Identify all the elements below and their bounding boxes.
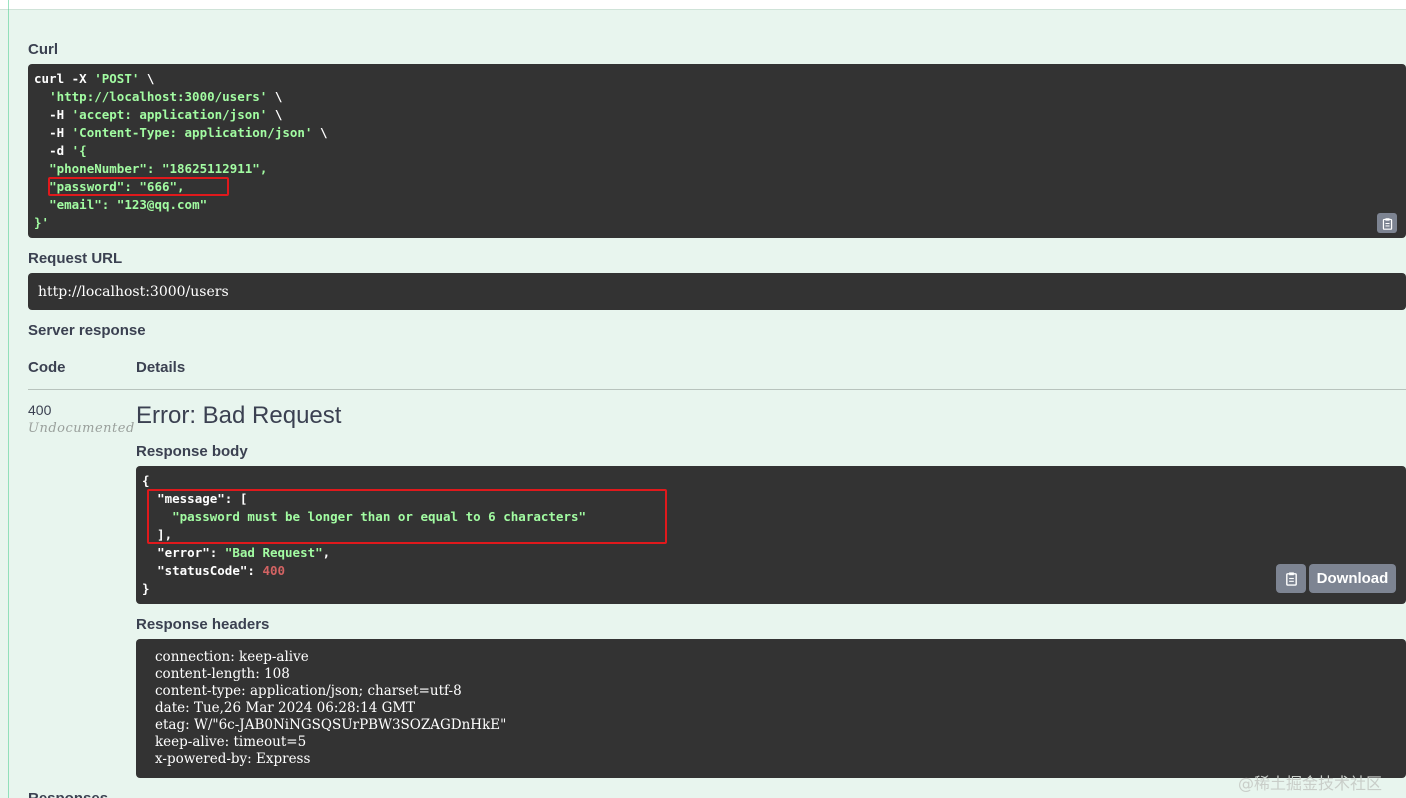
curl-code-block[interactable]: curl -X 'POST' \ 'http://localhost:3000/… [28, 64, 1406, 238]
clipboard-icon [1382, 217, 1392, 230]
request-url-value[interactable]: http://localhost:3000/users [28, 273, 1406, 310]
watermark-text: @稀土掘金技术社区 [1238, 774, 1383, 793]
curl-email-key: "email" [49, 197, 102, 212]
curl-phone-key: "phoneNumber" [49, 161, 147, 176]
response-status-code: 400 [28, 402, 52, 418]
header-line: connection: keep-alive [155, 649, 309, 665]
details-column-header: Details [136, 359, 186, 376]
message-highlight-box [147, 489, 667, 544]
server-response-label: Server response [28, 322, 146, 339]
curl-url: 'http://localhost:3000/users' [49, 89, 268, 104]
header-line: date: Tue,26 Mar 2024 06:28:14 GMT [155, 700, 416, 716]
curl-email-value: "123@qq.com" [116, 197, 208, 212]
responses-label: Responses [28, 790, 108, 798]
body-error-key: "error" [157, 545, 210, 560]
curl-method: 'POST' [94, 71, 140, 86]
body-status-key: "statusCode" [157, 563, 248, 578]
header-line: content-length: 108 [155, 666, 290, 682]
curl-header-content-type: 'Content-Type: application/json' [71, 125, 313, 140]
header-line: content-type: application/json; charset=… [155, 683, 462, 699]
body-status-value: 400 [262, 563, 286, 578]
curl-cmd: curl -X [34, 71, 95, 86]
curl-label: Curl [28, 41, 58, 58]
copy-curl-button[interactable] [1377, 213, 1397, 233]
operation-left-border [8, 0, 9, 798]
undocumented-label: Undocumented [28, 421, 135, 436]
response-error-title: Error: Bad Request [136, 402, 342, 429]
copy-response-button[interactable] [1276, 564, 1306, 593]
password-highlight-box [48, 177, 229, 196]
header-line: keep-alive: timeout=5 [155, 734, 307, 750]
header-line: x-powered-by: Express [155, 751, 311, 767]
download-button[interactable]: Download [1309, 564, 1396, 593]
response-headers-block[interactable]: connection: keep-alive content-length: 1… [136, 639, 1406, 778]
response-headers-label: Response headers [136, 616, 270, 633]
top-strip [0, 0, 1406, 10]
response-body-label: Response body [136, 443, 248, 460]
clipboard-icon [1285, 572, 1297, 586]
curl-phone-value: "18625112911" [161, 161, 260, 176]
table-divider [28, 389, 1406, 390]
body-error-value: "Bad Request" [224, 545, 323, 560]
header-line: etag: W/"6c-JAB0NiNGSQSUrPBW3SOZAGDnHkE" [155, 717, 507, 733]
request-url-label: Request URL [28, 250, 123, 267]
code-column-header: Code [28, 359, 66, 376]
curl-header-accept: 'accept: application/json' [71, 107, 268, 122]
